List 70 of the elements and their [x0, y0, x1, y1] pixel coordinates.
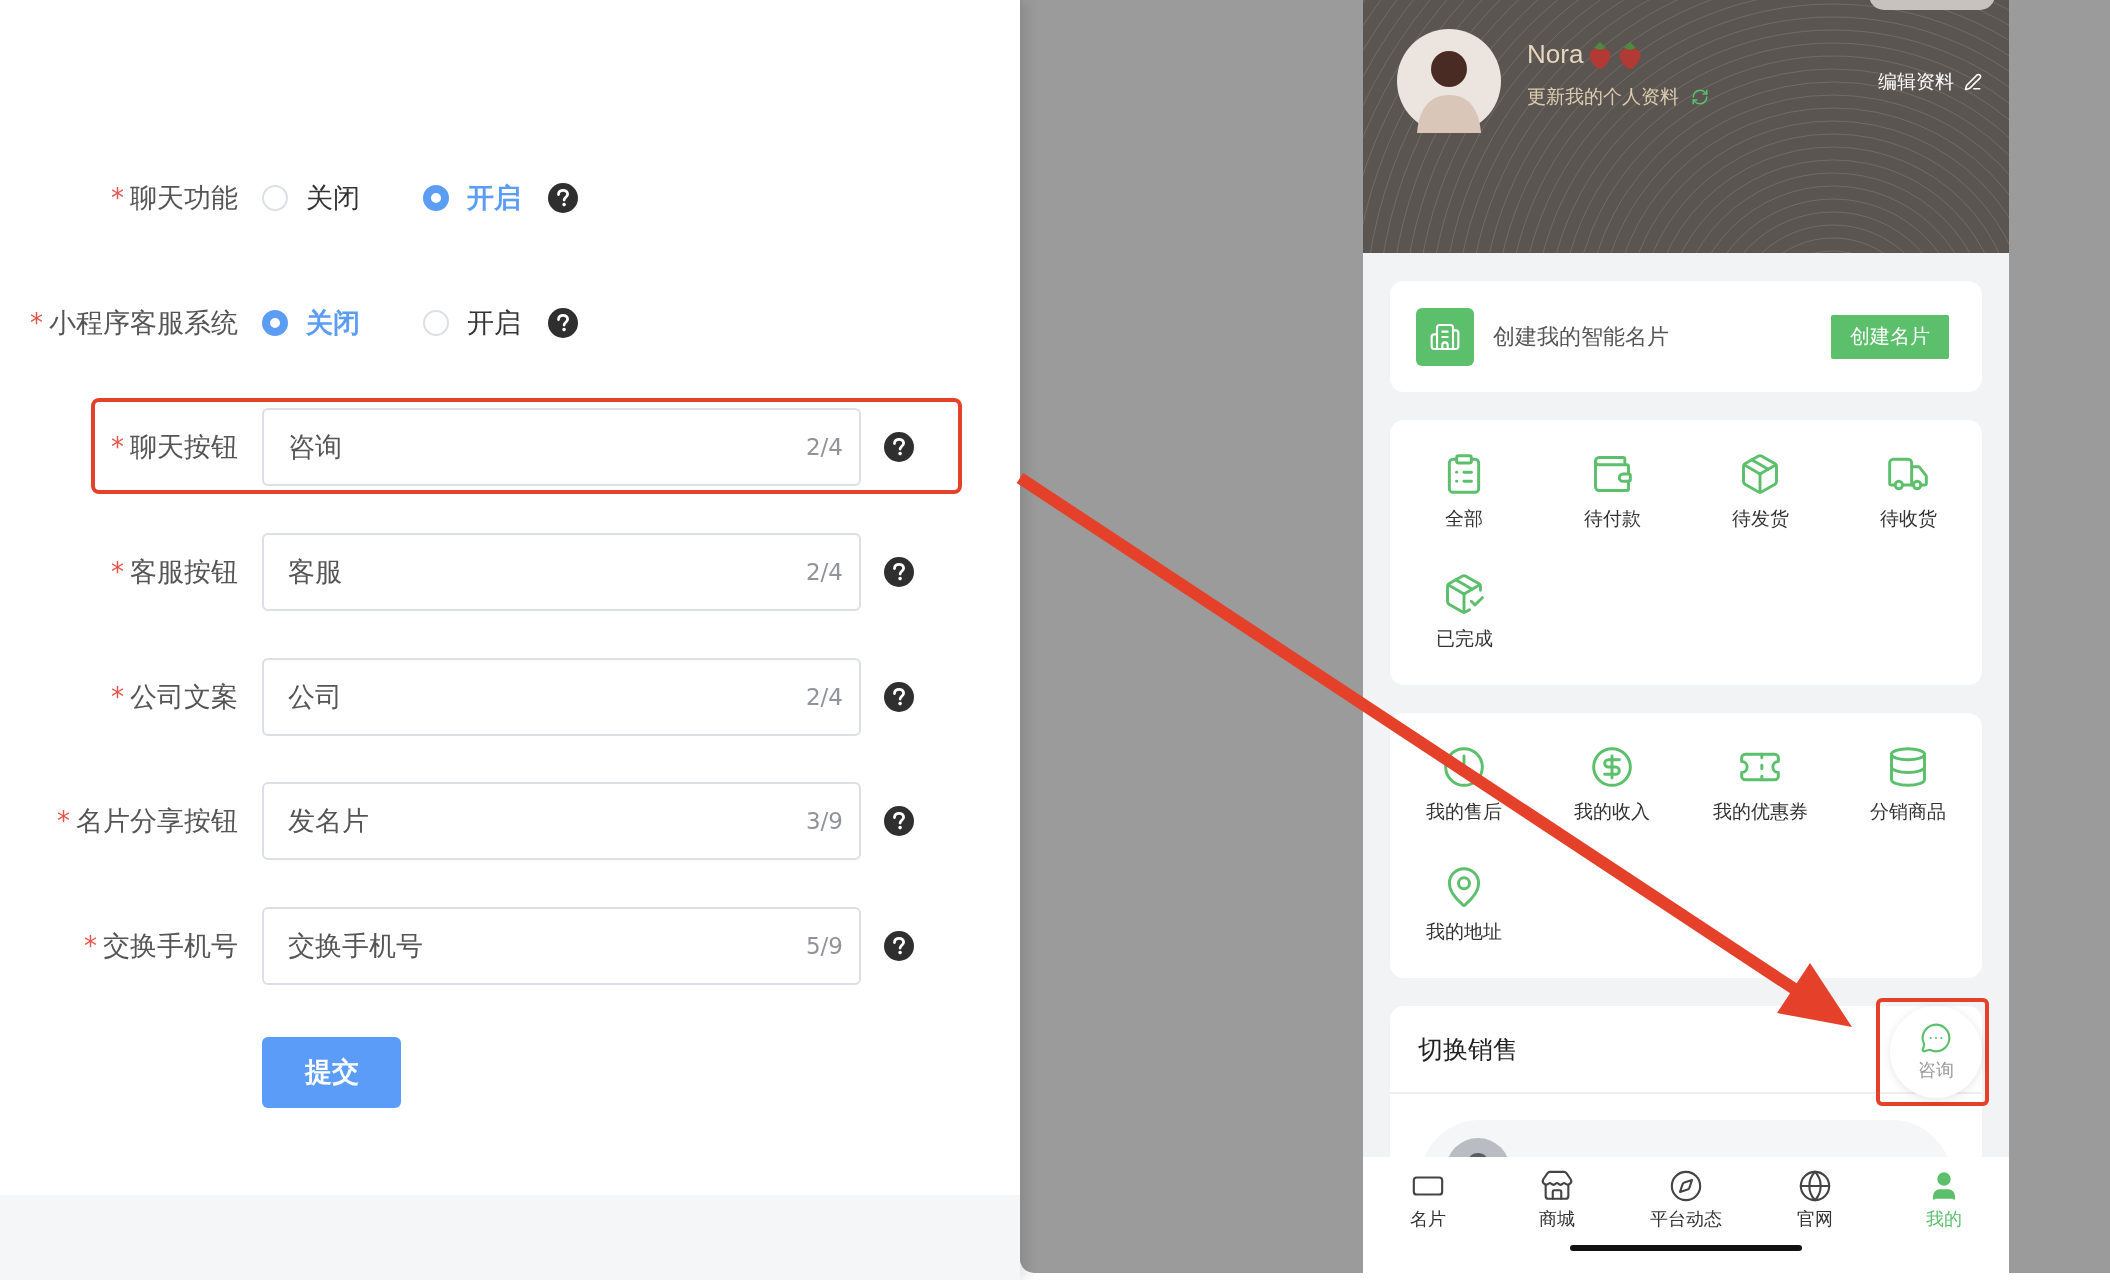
radio-label: 开启: [467, 181, 521, 215]
input-field[interactable]: 咨询 2/4: [262, 408, 861, 487]
character-counter: 3/9: [806, 808, 843, 835]
input-value: 公司: [288, 679, 342, 714]
building-icon: [1416, 307, 1474, 366]
character-counter: 2/4: [806, 559, 843, 586]
field-label: 聊天按钮: [130, 430, 238, 465]
help-icon[interactable]: [884, 681, 914, 712]
globe-icon[interactable]: [1798, 1169, 1833, 1203]
field-label: 名片分享按钮: [76, 804, 238, 839]
menu-label[interactable]: 待付款: [1583, 506, 1641, 532]
radio-label: 关闭: [306, 305, 360, 340]
help-icon[interactable]: [548, 183, 578, 213]
radio-button[interactable]: [262, 309, 288, 336]
character-counter: 2/4: [806, 434, 843, 461]
user-name: Nora: [1527, 39, 1584, 70]
edit-profile-button[interactable]: 编辑资料: [1878, 69, 1982, 95]
field-label: 聊天功能: [130, 181, 238, 215]
required-mark: *: [84, 931, 97, 962]
field-label: 交换手机号: [103, 929, 238, 964]
radio-button[interactable]: [423, 185, 449, 211]
menu-label[interactable]: 待发货: [1731, 506, 1789, 532]
input-value: 咨询: [288, 430, 342, 465]
menu-label[interactable]: 已完成: [1435, 626, 1493, 652]
store-icon[interactable]: [1539, 1169, 1574, 1203]
required-mark: *: [111, 557, 124, 588]
menu-label[interactable]: 分销商品: [1870, 799, 1946, 825]
field-label: 小程序客服系统: [49, 305, 238, 340]
update-profile-link[interactable]: 更新我的个人资料: [1527, 84, 1679, 110]
radio-label: 开启: [467, 305, 521, 340]
required-mark: *: [111, 681, 124, 712]
radio-label: 关闭: [306, 181, 360, 215]
field-label: 客服按钮: [130, 555, 238, 590]
character-counter: 2/4: [806, 683, 843, 710]
help-icon[interactable]: [884, 557, 914, 588]
chat-bubble-icon: [1919, 1022, 1952, 1054]
character-counter: 5/9: [806, 933, 843, 960]
menu-label[interactable]: 全部: [1445, 506, 1483, 532]
help-icon[interactable]: [548, 307, 578, 338]
tab-item[interactable]: 官网: [1750, 1169, 1880, 1231]
input-value: 客服: [288, 555, 342, 590]
tab-item[interactable]: 商城: [1492, 1169, 1622, 1231]
menu-label[interactable]: 我的收入: [1574, 799, 1650, 825]
tab-item[interactable]: 平台动态: [1621, 1169, 1751, 1231]
help-icon[interactable]: [884, 931, 914, 962]
field-label: 公司文案: [130, 679, 238, 714]
section-title: 切换销售: [1418, 1033, 1518, 1066]
input-field[interactable]: 交换手机号 5/9: [262, 907, 861, 986]
input-value: 发名片: [288, 804, 369, 839]
input-field[interactable]: 公司 2/4: [262, 657, 861, 736]
help-icon[interactable]: [884, 432, 914, 463]
refresh-icon[interactable]: [1691, 88, 1709, 106]
menu-label[interactable]: 我的地址: [1426, 919, 1502, 945]
menu-label[interactable]: 我的售后: [1426, 799, 1502, 825]
pencil-icon[interactable]: [1964, 73, 1982, 91]
menu-label[interactable]: 我的优惠券: [1712, 799, 1808, 825]
required-mark: *: [111, 432, 124, 463]
tab-item[interactable]: 名片: [1363, 1169, 1493, 1231]
banner-text: 创建我的智能名片: [1493, 322, 1670, 351]
required-mark: *: [30, 307, 43, 338]
input-field[interactable]: 客服 2/4: [262, 533, 861, 612]
help-icon[interactable]: [884, 806, 914, 837]
compass-icon[interactable]: [1669, 1169, 1703, 1203]
coin-icon[interactable]: [1590, 745, 1634, 789]
required-mark: *: [111, 183, 124, 213]
menu-label[interactable]: 待收货: [1879, 506, 1937, 532]
input-field[interactable]: 发名片 3/9: [262, 782, 861, 861]
required-mark: *: [57, 806, 70, 837]
input-value: 交换手机号: [288, 929, 423, 964]
clock-icon[interactable]: [1442, 745, 1486, 789]
